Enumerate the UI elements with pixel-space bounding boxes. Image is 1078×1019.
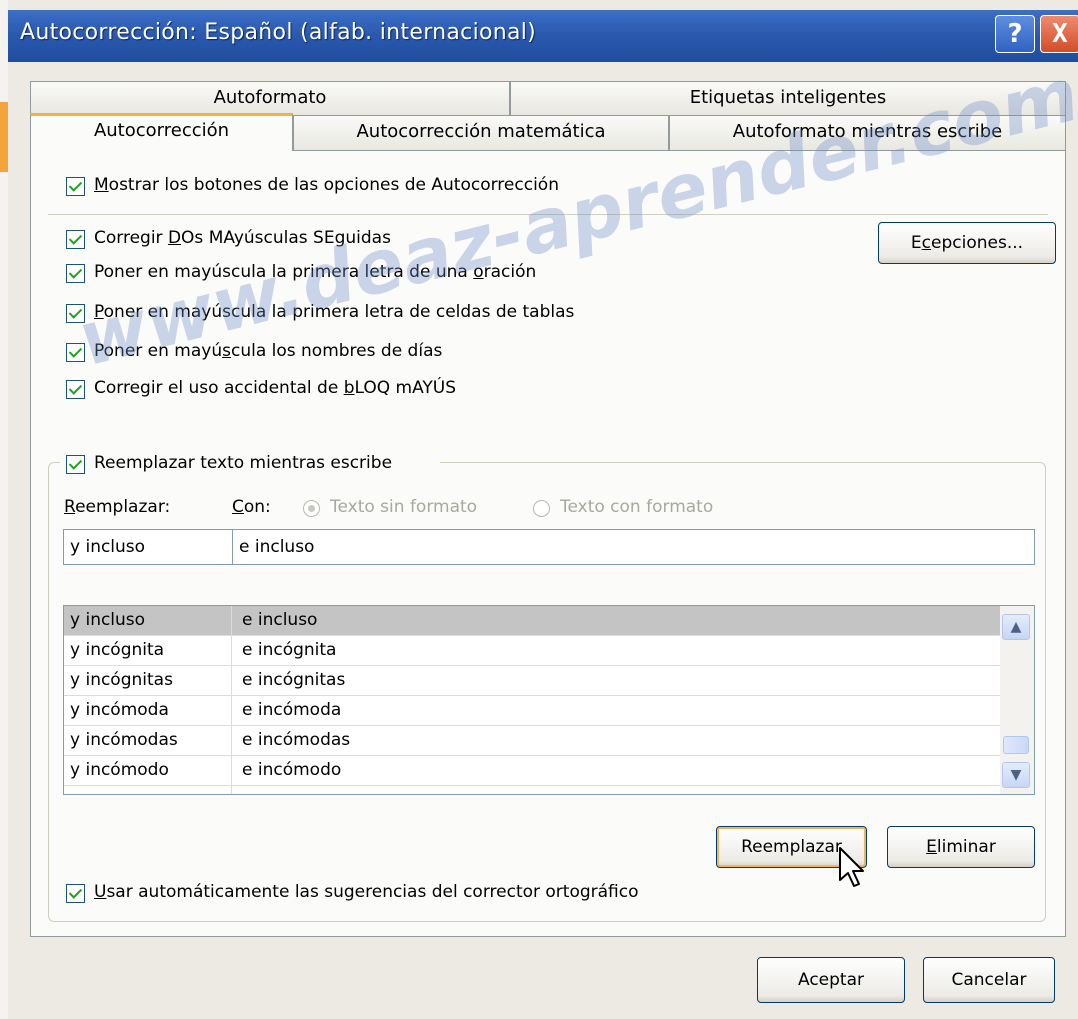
formatted-text-label: Texto con formato [560, 497, 714, 517]
replace-input[interactable]: y incluso [63, 529, 233, 565]
close-icon[interactable]: X [1040, 15, 1078, 53]
row-to: e incómodo [242, 760, 342, 780]
replace-text-label: Reemplazar texto mientras escribe [94, 453, 393, 473]
tab-autoformat-as-you-type[interactable]: Autoformato mientras escribe [669, 115, 1066, 151]
row-from: y incógnitas [70, 670, 173, 690]
plain-text-label: Texto sin formato [330, 497, 478, 517]
row-from: y incómoda [70, 700, 169, 720]
dialog-title: Autocorrección: Español (alfab. internac… [20, 20, 537, 45]
row-to: e incógnita [242, 640, 337, 660]
background-menu-fragment [0, 102, 8, 172]
replace-field-label: Reemplazar: [64, 497, 171, 517]
day-names-label: Poner en mayúscula los nombres de días [94, 341, 443, 361]
table-row[interactable]: y incógnitas e incógnitas [64, 666, 1000, 696]
ok-button[interactable]: Aceptar [757, 957, 905, 1003]
tab-smart-tags[interactable]: Etiquetas inteligentes [510, 81, 1066, 115]
help-icon[interactable]: ? [995, 15, 1035, 53]
table-cells-caps-checkbox[interactable] [66, 304, 85, 323]
mouse-pointer-icon [839, 847, 864, 887]
row-from: y incógnita [70, 640, 165, 660]
spelling-suggestions-checkbox[interactable] [66, 884, 85, 903]
delete-button[interactable]: Eliminar [887, 826, 1035, 868]
formatted-text-radio[interactable] [533, 500, 550, 517]
with-field-label: Con: [232, 497, 271, 517]
day-names-checkbox[interactable] [66, 343, 85, 362]
replacement-list[interactable]: y incluso e incluso y incógnita e incógnit… [63, 605, 1035, 795]
exceptions-button[interactable]: Ecepciones... [878, 222, 1056, 264]
caps-lock-label: Corregir el uso accidental de bLOQ mAYÚS [94, 378, 457, 398]
sentence-caps-checkbox[interactable] [66, 264, 85, 283]
plain-text-radio[interactable] [303, 500, 320, 517]
row-to: e incluso [242, 610, 318, 630]
row-from: y incómodas [70, 730, 178, 750]
row-from: y incómodo [70, 760, 169, 780]
row-to: e incómoda [242, 700, 342, 720]
sentence-caps-label: Poner en mayúscula la primera letra de u… [94, 262, 537, 282]
spelling-suggestions-label: Usar automáticamente las sugerencias del… [94, 882, 639, 902]
table-row[interactable]: y incógnita e incógnita [64, 636, 1000, 666]
caps-lock-checkbox[interactable] [66, 380, 85, 399]
tab-math-autocorrect[interactable]: Autocorrección matemática [293, 115, 669, 151]
tab-autoformat[interactable]: Autoformato [30, 81, 510, 115]
vertical-scrollbar[interactable]: ▲ ▼ [1000, 606, 1034, 794]
table-row[interactable]: y incluso e incluso [64, 606, 1000, 636]
show-buttons-checkbox[interactable] [66, 177, 85, 196]
scroll-thumb[interactable] [1003, 736, 1029, 754]
two-initial-caps-checkbox[interactable] [66, 230, 85, 249]
table-row[interactable]: y incómoda e incómoda [64, 696, 1000, 726]
row-from: y incluso [70, 610, 146, 630]
replace-text-checkbox[interactable] [66, 455, 85, 474]
row-to: e incógnitas [242, 670, 346, 690]
table-cells-caps-label: Poner en mayúscula la primera letra de c… [94, 302, 575, 322]
cancel-button[interactable]: Cancelar [923, 957, 1055, 1003]
scroll-down-icon[interactable]: ▼ [1002, 762, 1030, 788]
show-buttons-label: Mostrar los botones de las opciones de A… [94, 175, 559, 195]
tab-autocorrect[interactable]: Autocorrección [30, 113, 293, 151]
scroll-up-icon[interactable]: ▲ [1002, 614, 1030, 640]
row-to: e incómodas [242, 730, 351, 750]
two-initial-caps-label: Corregir DOs MAyúsculas SEguidas [94, 228, 391, 248]
table-row[interactable]: y incómodo e incómodo [64, 756, 1000, 786]
with-input[interactable]: e incluso [232, 529, 1035, 565]
table-row[interactable]: y incómodas e incómodas [64, 726, 1000, 756]
column-separator [231, 606, 232, 794]
divider [48, 214, 1048, 215]
